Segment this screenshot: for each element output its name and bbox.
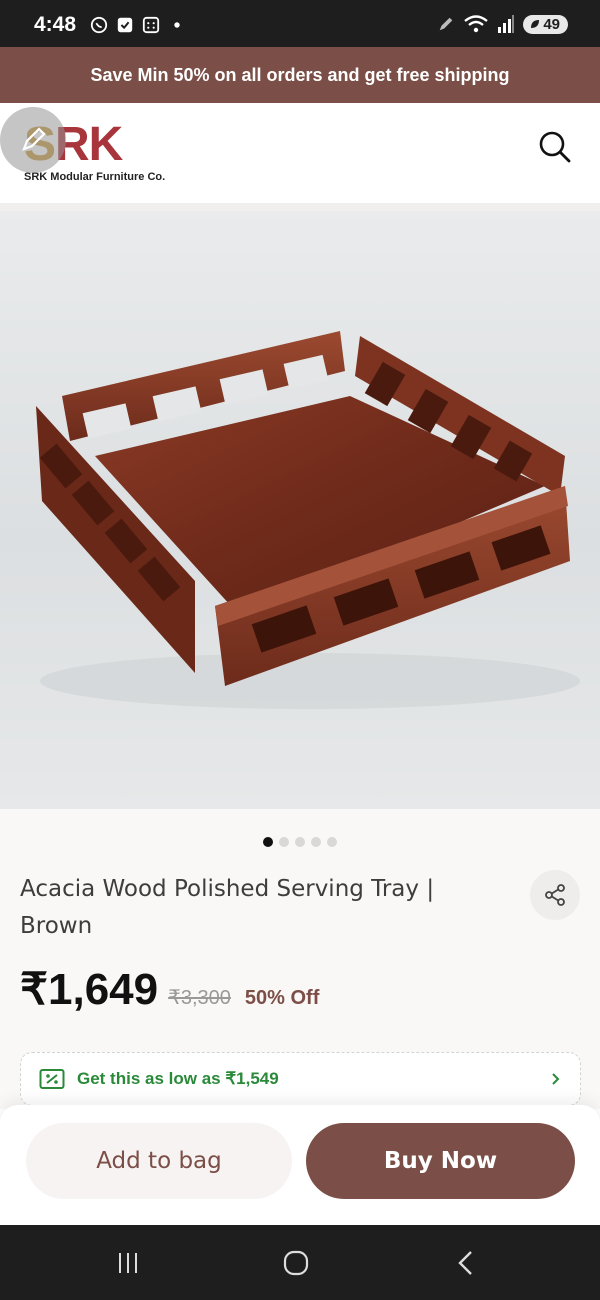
product-info: Acacia Wood Polished Serving Tray | Brow…: [0, 809, 600, 1109]
serving-tray-illustration: [36, 331, 580, 709]
discount-badge: 50% Off: [244, 987, 320, 1009]
home-icon: [283, 1250, 309, 1276]
pencil-icon: [22, 127, 46, 151]
battery-saver-icon: [531, 20, 540, 28]
header-divider: [0, 203, 600, 211]
back-icon: [458, 1251, 472, 1275]
best-offer-row[interactable]: Get this as low as ₹1,549: [20, 1052, 581, 1106]
logo-tagline: SRK Modular Furniture Co.: [24, 171, 166, 183]
battery-level: 49: [543, 15, 560, 33]
carousel-dot[interactable]: [311, 837, 321, 847]
carousel-dot[interactable]: [279, 837, 289, 847]
discount-icon: [39, 1069, 65, 1089]
status-time: 4:48: [34, 13, 77, 36]
home-button[interactable]: [276, 1247, 316, 1279]
signal-icon: [498, 15, 515, 33]
original-price: ₹3,300: [168, 987, 231, 1009]
offer-amount: ₹1,549: [225, 1069, 279, 1088]
purchase-action-bar: Add to bag Buy Now: [0, 1105, 600, 1225]
offer-text: Get this as low as ₹1,549: [77, 1069, 548, 1089]
promo-banner: Save Min 50% on all orders and get free …: [0, 47, 600, 103]
share-button[interactable]: [530, 870, 580, 920]
offer-prefix: Get this as low as: [77, 1069, 226, 1088]
status-icons-right: 49: [437, 14, 568, 34]
site-header: SRK SRK Modular Furniture Co.: [0, 103, 600, 203]
carousel-dot[interactable]: [263, 837, 273, 847]
wifi-icon: [464, 15, 489, 33]
recents-button[interactable]: [108, 1247, 148, 1279]
calendar-icon: [142, 16, 160, 34]
promo-text: Save Min 50% on all orders and get free …: [90, 64, 510, 85]
battery-indicator: 49: [523, 14, 568, 34]
system-navigation-bar: [0, 1225, 600, 1300]
recents-icon: [119, 1253, 137, 1273]
price-row: ₹1,649 ₹3,300 50% Off: [20, 964, 319, 1015]
search-icon[interactable]: [538, 130, 572, 164]
carousel-dot[interactable]: [295, 837, 305, 847]
image-carousel-dots[interactable]: [0, 837, 600, 847]
carousel-dot[interactable]: [327, 837, 337, 847]
check-icon: [117, 17, 133, 33]
edit-overlay-button[interactable]: [0, 107, 66, 173]
whatsapp-icon: [90, 16, 108, 34]
notification-dot-icon: [174, 22, 180, 28]
pen-icon: [440, 17, 453, 31]
product-image[interactable]: [0, 211, 600, 809]
product-title: Acacia Wood Polished Serving Tray | Brow…: [20, 876, 435, 939]
status-bar: 4:48 49: [0, 0, 600, 47]
buy-now-button[interactable]: Buy Now: [306, 1123, 575, 1199]
sale-price: ₹1,649: [20, 965, 159, 1014]
chevron-right-icon: [552, 1073, 560, 1085]
share-icon: [545, 884, 565, 906]
back-button[interactable]: [446, 1247, 486, 1279]
add-to-bag-button[interactable]: Add to bag: [26, 1123, 292, 1199]
status-icons-left: [90, 16, 186, 34]
